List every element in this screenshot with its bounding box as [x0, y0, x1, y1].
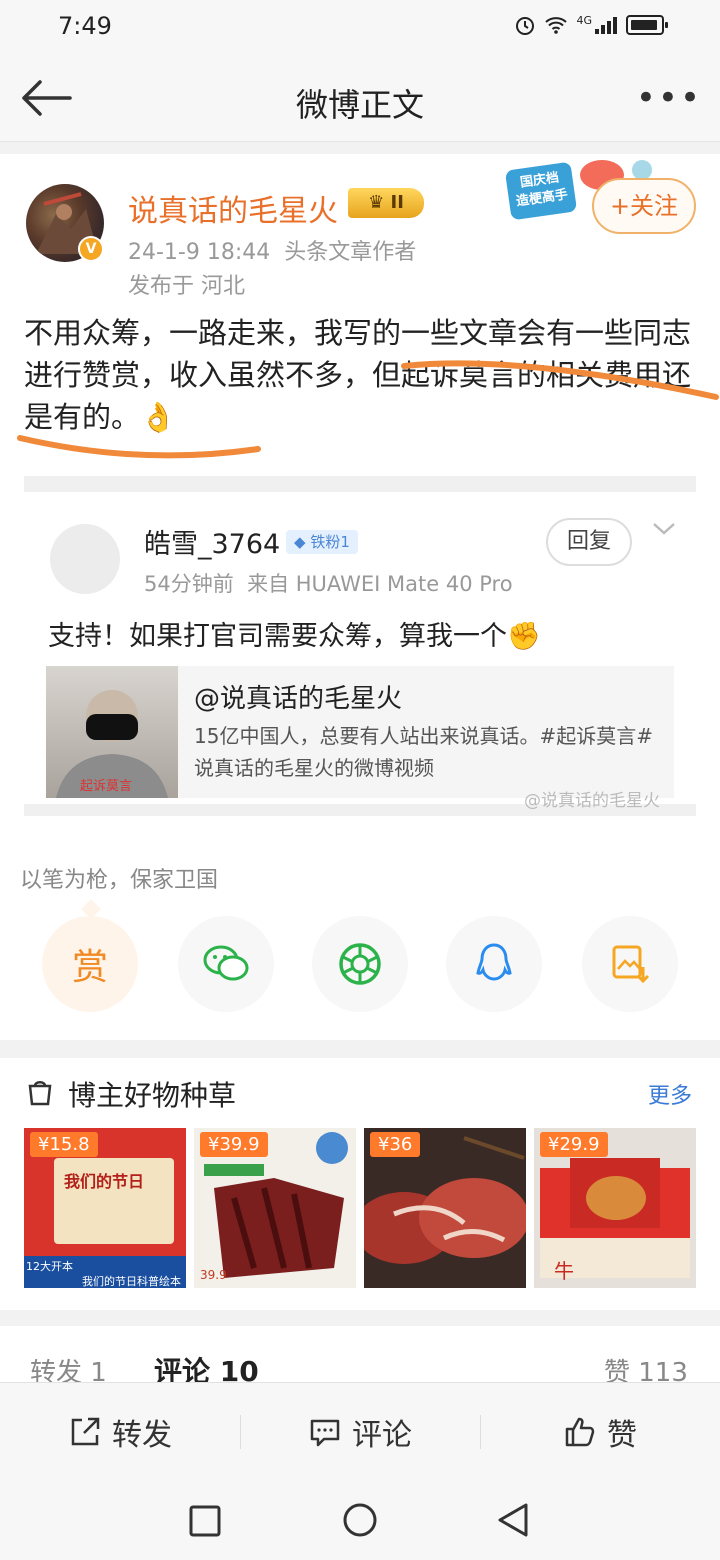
- svg-text:起诉莫言: 起诉莫言: [80, 779, 132, 794]
- chevron-down-icon[interactable]: [650, 518, 678, 544]
- shop-icon: [28, 1081, 52, 1106]
- repost-label: 转发: [112, 1418, 172, 1453]
- product-card[interactable]: 我们的节日 12大开本 我们的节日科普绘本 ¥15.8: [24, 1128, 186, 1288]
- product-price: ¥15.8: [30, 1132, 98, 1157]
- interaction-tabs: 转发 1 评论 10 赞 113: [0, 1326, 720, 1388]
- moments-icon: [339, 943, 381, 985]
- system-nav-bar: [0, 1480, 720, 1560]
- watermark: @说真话的毛星火: [524, 791, 660, 811]
- battery-icon: [626, 15, 668, 35]
- reply-button[interactable]: 回复: [546, 518, 632, 566]
- link-card-title: @说真话的毛星火: [194, 684, 403, 714]
- highlight-underline: [17, 360, 719, 459]
- recent-apps-icon[interactable]: [188, 1504, 222, 1538]
- shop-section: 博主好物种草 更多 我们的节日 12大开本 我们的节日科普绘本 ¥15.8 39…: [0, 1058, 720, 1310]
- commenter-name[interactable]: 皓雪_3764: [144, 522, 280, 561]
- product-price: ¥39.9: [200, 1132, 268, 1157]
- video-link-card[interactable]: 起诉莫言 @说真话的毛星火 15亿中国人，总要有人站出来说真话。#起诉莫言# 说…: [46, 666, 674, 798]
- status-time: 7:49: [58, 12, 112, 40]
- product-caption-2: 我们的节日科普绘本: [82, 1275, 181, 1288]
- qq-icon: [476, 943, 512, 981]
- title-bar: 微博正文 •••: [0, 56, 720, 142]
- reward-tagline: 以笔为枪，保家卫国: [20, 868, 219, 893]
- comment-icon: [310, 1419, 340, 1447]
- save-image-button[interactable]: [582, 916, 678, 1012]
- product-caption-1: 12大开本: [26, 1260, 73, 1273]
- product-card[interactable]: 牛 ¥29.9: [534, 1128, 696, 1288]
- shop-more-link[interactable]: 更多: [648, 1078, 692, 1110]
- fan-badge: ◆ 铁粉1: [286, 530, 358, 554]
- status-icons: 4G: [514, 13, 668, 36]
- wechat-icon: [203, 945, 249, 981]
- comment-quote: 皓雪_3764 ◆ 铁粉1 54分钟前 来自 HUAWEI Mate 40 Pr…: [24, 476, 696, 816]
- status-bar: 7:49 4G: [0, 0, 720, 56]
- wifi-icon: [545, 17, 568, 34]
- product-caption-1: 39.9: [200, 1268, 227, 1282]
- network-label: 4G: [576, 13, 592, 27]
- nav-back-icon[interactable]: [496, 1502, 530, 1538]
- thumbs-up-icon: [565, 1417, 595, 1447]
- home-icon[interactable]: [342, 1502, 378, 1538]
- product-card[interactable]: ¥36: [364, 1128, 526, 1288]
- fan-badge-text: 铁粉1: [310, 533, 350, 551]
- comment-label: 评论: [352, 1418, 412, 1453]
- alarm-icon: [516, 17, 535, 35]
- moments-share-button[interactable]: [312, 916, 408, 1012]
- comment-text: 支持！如果打官司需要众筹，算我一个✊: [48, 621, 541, 652]
- comment-button[interactable]: 评论: [240, 1383, 480, 1481]
- repost-button[interactable]: 转发: [0, 1383, 240, 1481]
- post-card: V 说真话的毛星火 ♛ II 国庆档 造梗高手 +关注 24-1-9 18:44…: [0, 154, 720, 1040]
- like-button[interactable]: 赞: [480, 1383, 720, 1481]
- reward-button[interactable]: 赏: [42, 916, 138, 1012]
- image-download-icon: [612, 945, 650, 984]
- shop-title: 博主好物种草: [68, 1079, 237, 1112]
- more-options-icon[interactable]: •••: [636, 78, 702, 118]
- product-book-title: 我们的节日: [64, 1172, 145, 1191]
- wechat-share-button[interactable]: [178, 916, 274, 1012]
- product-price: ¥29.9: [540, 1132, 608, 1157]
- commenter-avatar[interactable]: [50, 524, 120, 594]
- product-card[interactable]: 39.9 ¥39.9: [194, 1128, 356, 1288]
- bottom-action-bar: 转发 评论 赞: [0, 1382, 720, 1480]
- share-row: 赏: [0, 916, 720, 1016]
- signal-icon: [595, 17, 617, 34]
- page-title: 微博正文: [295, 86, 424, 124]
- svg-text:牛: 牛: [554, 1259, 574, 1283]
- link-card-description: 15亿中国人，总要有人站出来说真话。#起诉莫言# 说真话的毛星火的微博视频: [194, 724, 653, 780]
- comment-time-source: 54分钟前 来自 HUAWEI Mate 40 Pro: [144, 572, 513, 596]
- product-price: ¥36: [370, 1132, 421, 1157]
- like-label: 赞: [607, 1418, 637, 1453]
- qq-share-button[interactable]: [446, 916, 542, 1012]
- video-thumbnail: 起诉莫言: [46, 666, 178, 798]
- repost-icon: [71, 1417, 100, 1446]
